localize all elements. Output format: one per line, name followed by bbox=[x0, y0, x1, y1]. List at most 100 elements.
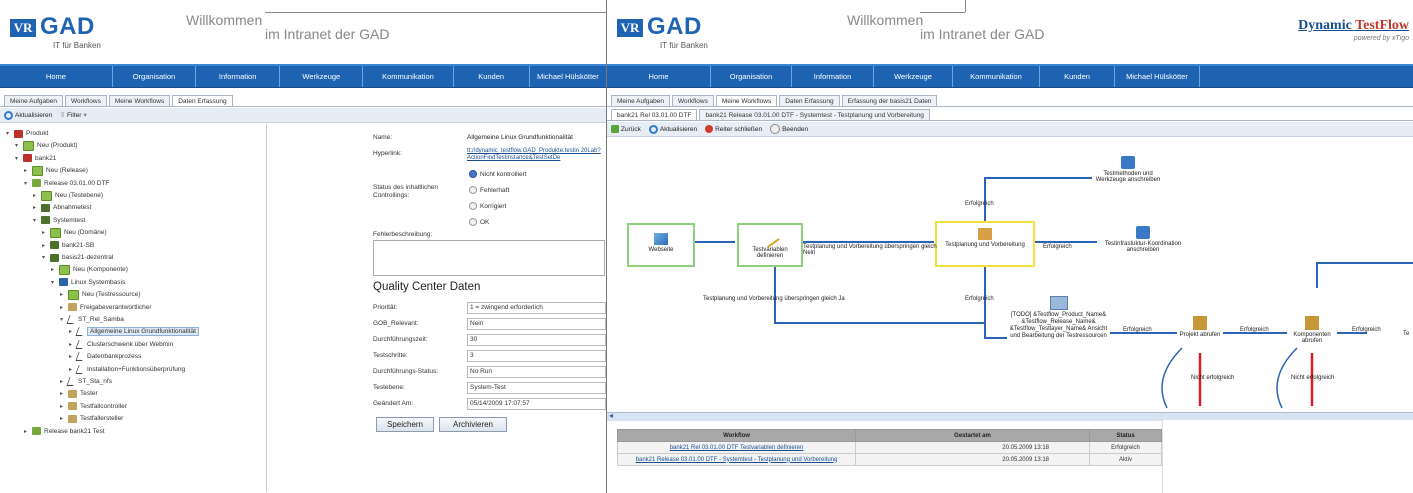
save-button[interactable]: Speichern bbox=[376, 417, 434, 432]
tree-node[interactable]: ▸ ST_Sta_nfs bbox=[58, 376, 112, 387]
nav-home[interactable]: Home bbox=[607, 66, 711, 87]
expand-icon[interactable]: ▸ bbox=[67, 328, 74, 335]
status-radio-fehlerhaft[interactable]: Fehlerhaft bbox=[469, 186, 509, 194]
expand-icon[interactable]: ▸ bbox=[58, 378, 65, 385]
collapse-icon[interactable]: ▾ bbox=[49, 279, 56, 286]
status-radio-ok[interactable]: OK bbox=[469, 218, 489, 226]
refresh-button[interactable]: Aktualisieren bbox=[648, 124, 697, 134]
node-planning[interactable]: Testplanung und Vorbereitung bbox=[935, 221, 1035, 267]
tree-node[interactable]: ▸ Testfallcontroller bbox=[58, 401, 127, 412]
nav-kunden[interactable]: Kunden bbox=[1040, 66, 1115, 87]
nav-werkzeuge[interactable]: Werkzeuge bbox=[874, 66, 953, 87]
expand-icon[interactable]: ▸ bbox=[58, 415, 65, 422]
expand-icon[interactable]: ▸ bbox=[58, 304, 65, 311]
expand-icon[interactable]: ▸ bbox=[40, 242, 47, 249]
nav-kommunikation[interactable]: Kommunikation bbox=[363, 66, 454, 87]
collapse-icon[interactable]: ▾ bbox=[4, 130, 11, 137]
refresh-button[interactable]: Aktualisieren bbox=[4, 110, 52, 120]
close-tab-button[interactable]: Reiter schließen bbox=[705, 125, 762, 133]
qc-field-value[interactable]: No Run bbox=[467, 366, 606, 378]
tree-node[interactable]: ▾ Neu (Produkt) bbox=[13, 140, 77, 151]
tree-node[interactable]: ▸ bank21-SB bbox=[40, 240, 94, 251]
qc-field-value[interactable]: 1 = zwingend erforderlich bbox=[467, 302, 606, 314]
node-website[interactable]: Webseite bbox=[627, 223, 695, 267]
tree-node[interactable]: ▸ Neu (Release) bbox=[22, 165, 88, 176]
end-button[interactable]: Beenden bbox=[770, 124, 808, 134]
nav-organisation[interactable]: Organisation bbox=[711, 66, 792, 87]
expand-icon[interactable]: ▸ bbox=[31, 192, 38, 199]
node-components[interactable]: Komponenten abrufen bbox=[1287, 316, 1337, 344]
nav-information[interactable]: Information bbox=[196, 66, 281, 87]
collapse-icon[interactable]: ▾ bbox=[58, 316, 65, 323]
expand-icon[interactable]: ▸ bbox=[49, 266, 56, 273]
nav-user[interactable]: Michael Hülskötter bbox=[530, 66, 606, 87]
tree-node[interactable]: ▸ Neu (Komponente) bbox=[49, 264, 128, 275]
qc-field-value[interactable]: Nein bbox=[467, 318, 606, 330]
col-workflow[interactable]: Workflow bbox=[616, 429, 857, 442]
tree-node[interactable]: ▸ Neu (Testebene) bbox=[31, 190, 103, 201]
workflow-link[interactable]: bank21 Release 03.01.00 DTF - Systemtest… bbox=[616, 453, 857, 466]
node-methods[interactable]: Testmethoden und Werkzeuge anschreiben bbox=[1092, 156, 1164, 183]
tree-node[interactable]: ▸ Release bank21 Test bbox=[22, 426, 105, 437]
filter-button[interactable]: ⊽ Filter ▾ bbox=[60, 111, 86, 120]
tree-node[interactable]: ▾ Linux Systembasis bbox=[49, 277, 125, 288]
nav-kunden[interactable]: Kunden bbox=[454, 66, 530, 87]
qc-field-value[interactable]: 30 bbox=[467, 334, 606, 346]
tree-node[interactable]: ▸ Clusterschwenk über Webmin bbox=[67, 339, 173, 350]
tree-node[interactable]: ▸ Tester bbox=[58, 388, 98, 399]
hyperlink-value[interactable]: tt://dynamic_testflow.GAD_Produkte.testi… bbox=[467, 148, 605, 162]
tree-node[interactable]: ▸ Neu (Domäne) bbox=[40, 227, 107, 238]
expand-icon[interactable]: ▸ bbox=[67, 353, 74, 360]
expand-icon[interactable]: ▸ bbox=[31, 204, 38, 211]
expand-icon[interactable]: ▸ bbox=[22, 428, 29, 435]
qc-field-value[interactable]: System-Test bbox=[467, 382, 606, 394]
nav-user[interactable]: Michael Hülskötter bbox=[1115, 66, 1200, 87]
tree-node[interactable]: ▾ ST_Rel_Samba bbox=[58, 314, 124, 325]
nav-information[interactable]: Information bbox=[792, 66, 874, 87]
node-infra[interactable]: Testinfrastuktur-Koordination anschreibe… bbox=[1097, 226, 1189, 253]
tree-node[interactable]: ▸ Abnahmetest bbox=[31, 202, 91, 213]
tree-node[interactable]: ▾ Release 03.01.00 DTF bbox=[22, 178, 109, 189]
tree-node[interactable]: ▸ Freigabeverantwortlicher bbox=[58, 302, 152, 313]
tree-node[interactable]: ▸ Testfallersteller bbox=[58, 413, 123, 424]
tree-node[interactable]: ▸ Neu (Testressource) bbox=[58, 289, 141, 300]
tree-node[interactable]: ▾ bank21 bbox=[13, 153, 56, 164]
expand-icon[interactable]: ▸ bbox=[22, 167, 29, 174]
col-status[interactable]: Status bbox=[1089, 429, 1162, 442]
collapse-icon[interactable]: ▾ bbox=[31, 217, 38, 224]
nav-werkzeuge[interactable]: Werkzeuge bbox=[280, 66, 364, 87]
archive-button[interactable]: Archivieren bbox=[439, 417, 507, 432]
expand-icon[interactable]: ▸ bbox=[58, 403, 65, 410]
expand-icon[interactable]: ▸ bbox=[58, 390, 65, 397]
tree-node[interactable]: ▾ Systemtest bbox=[31, 215, 85, 226]
scroll-left-icon[interactable]: ◂ bbox=[609, 411, 613, 420]
status-radio-nicht-kontrolliert[interactable]: Nicht kontrolliert bbox=[469, 170, 527, 178]
expand-icon[interactable]: ▸ bbox=[67, 341, 74, 348]
nav-organisation[interactable]: Organisation bbox=[113, 66, 197, 87]
nav-kommunikation[interactable]: Kommunikation bbox=[953, 66, 1040, 87]
back-button[interactable]: Zurück bbox=[611, 125, 641, 133]
expand-icon[interactable]: ▸ bbox=[40, 229, 47, 236]
tree-node[interactable]: ▾ Produkt bbox=[4, 128, 48, 139]
qc-field-value[interactable]: 3 bbox=[467, 350, 606, 362]
node-project[interactable]: Projekt abrufen bbox=[1177, 316, 1223, 338]
tree-node[interactable]: ▸ Allgemeine Linux Grundfunktionalität bbox=[67, 326, 199, 337]
workflow-link[interactable]: bank21 Rel 03.01.00 DTF Testvariablen de… bbox=[616, 441, 857, 454]
collapse-icon[interactable]: ▾ bbox=[13, 155, 20, 162]
node-todo[interactable]: [TODO] &Testflow_Product_Name& &Testflow… bbox=[1007, 296, 1110, 340]
status-radio-korrigiert[interactable]: Korrigiert bbox=[469, 202, 506, 210]
node-testvars[interactable]: Testvariablen definieren bbox=[737, 223, 803, 267]
collapse-icon[interactable]: ▾ bbox=[13, 142, 20, 149]
collapse-icon[interactable]: ▾ bbox=[22, 180, 29, 187]
col-started[interactable]: Gestartet am bbox=[855, 429, 1090, 442]
collapse-icon[interactable]: ▾ bbox=[40, 254, 47, 261]
expand-icon[interactable]: ▸ bbox=[67, 366, 74, 373]
fehler-textarea[interactable] bbox=[373, 240, 605, 276]
table-row[interactable]: bank21 Rel 03.01.00 DTF Testvariablen de… bbox=[616, 441, 1162, 454]
table-row[interactable]: bank21 Release 03.01.00 DTF - Systemtest… bbox=[616, 453, 1162, 466]
nav-home[interactable]: Home bbox=[0, 66, 113, 87]
tree-node[interactable]: ▸ Installation+Funktionsüberprüfung bbox=[67, 364, 185, 375]
expand-icon[interactable]: ▸ bbox=[58, 291, 65, 298]
tree-node[interactable]: ▸ Datenbankprozess bbox=[67, 351, 141, 362]
qc-field-value[interactable]: 05/14/2009 17:07:57 bbox=[467, 398, 606, 410]
